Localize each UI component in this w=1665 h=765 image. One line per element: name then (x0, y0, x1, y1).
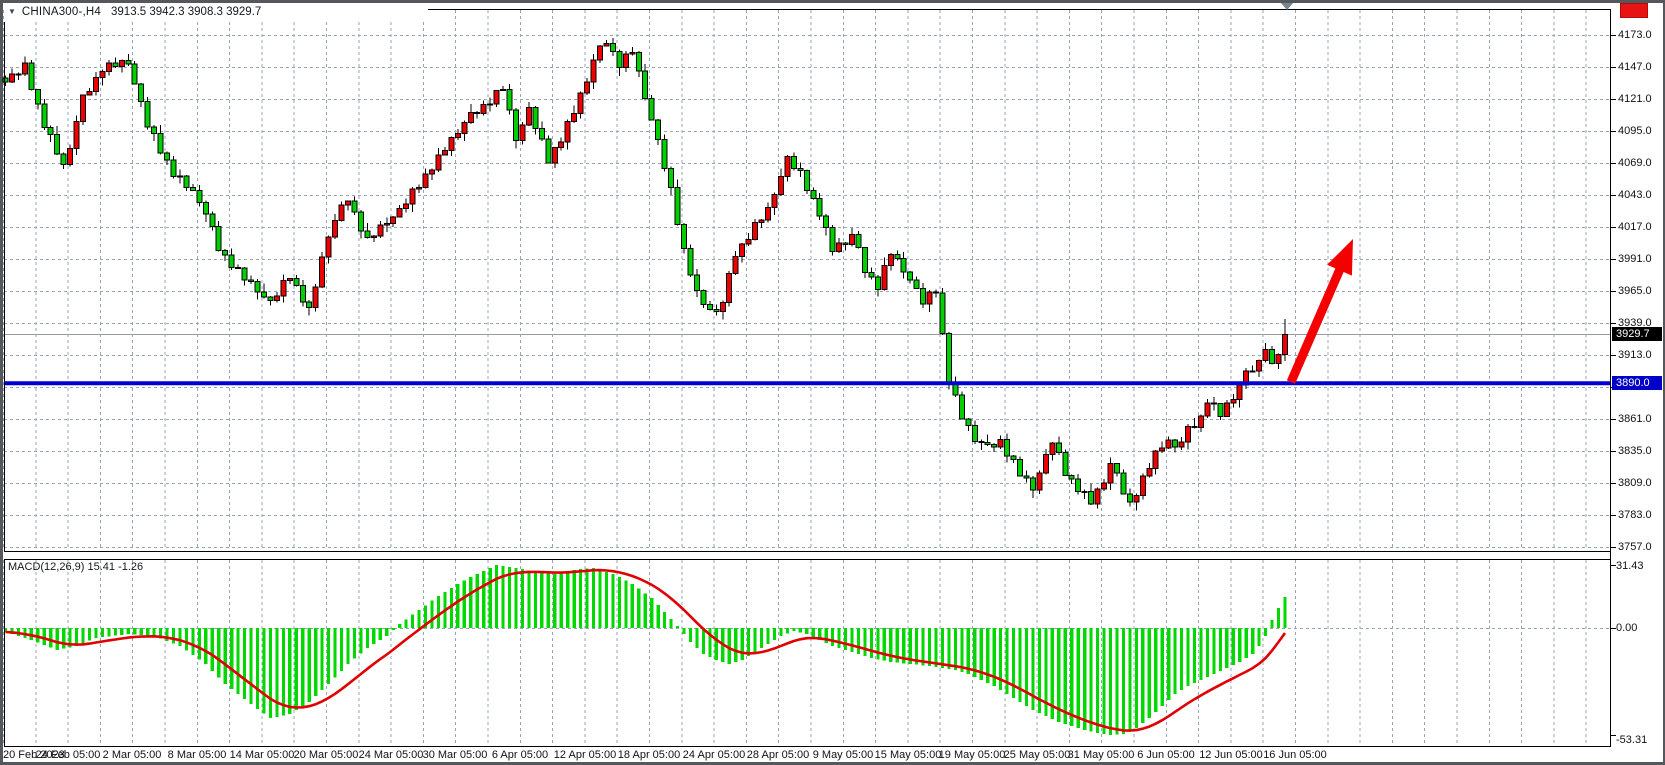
time-axis-label: 19 May 05:00 (939, 749, 1006, 761)
time-axis-label: 2 Mar 05:00 (103, 749, 162, 761)
price-axis-label: 3783.0 (1618, 509, 1652, 521)
time-axis-label: 24 Mar 05:00 (359, 749, 424, 761)
macd-axis-min: -53.31 (1616, 734, 1647, 746)
price-axis-label: 3757.0 (1618, 541, 1652, 553)
time-axis-label: 28 Apr 05:00 (747, 749, 809, 761)
trend-arrow[interactable] (1291, 239, 1353, 382)
time-axis-label: 24 Apr 05:00 (683, 749, 745, 761)
price-axis-label: 4017.0 (1618, 221, 1652, 233)
last-bar-marker-icon[interactable] (1281, 3, 1293, 10)
hline-price-badge: 3890.0 (1612, 376, 1662, 390)
time-axis-label: 16 Jun 05:00 (1263, 749, 1327, 761)
macd-name: MACD(12,26,9) (8, 561, 84, 573)
price-axis-label: 3991.0 (1618, 253, 1652, 265)
ohlc-values: 3913.5 3942.3 3908.3 3929.7 (111, 6, 261, 18)
price-axis-label: 4069.0 (1618, 157, 1652, 169)
bid-price-badge: 3929.7 (1612, 327, 1662, 341)
price-axis-label: 3965.0 (1618, 285, 1652, 297)
macd-value: 15.41 (87, 561, 115, 573)
chart-title: ▼ CHINA300-,H4 3913.5 3942.3 3908.3 3929.7 (8, 6, 261, 18)
time-axis-label: 8 Mar 05:00 (168, 749, 227, 761)
price-axis-label: 4095.0 (1618, 125, 1652, 137)
time-axis-label: 14 Mar 05:00 (230, 749, 295, 761)
price-axis-label: 4043.0 (1618, 189, 1652, 201)
price-chart-canvas[interactable] (0, 0, 1665, 765)
price-axis-label: 3861.0 (1618, 413, 1652, 425)
symbol-timeframe-label: CHINA300-,H4 (22, 6, 101, 18)
macd-axis-max: 31.43 (1616, 560, 1644, 572)
time-axis-label: 6 Jun 05:00 (1137, 749, 1195, 761)
annotation-red-box (1620, 3, 1648, 18)
price-axis-label: 4121.0 (1618, 93, 1652, 105)
macd-signal-value: -1.26 (118, 561, 143, 573)
macd-indicator-label: MACD(12,26,9) 15.41 -1.26 (8, 561, 143, 573)
macd-axis-zero: 0.00 (1616, 622, 1637, 634)
price-axis-label: 4173.0 (1618, 29, 1652, 41)
price-axis-label: 3809.0 (1618, 477, 1652, 489)
price-axis-label: 3835.0 (1618, 445, 1652, 457)
time-axis-label: 31 May 05:00 (1068, 749, 1135, 761)
price-axis-label: 4147.0 (1618, 61, 1652, 73)
time-axis-label: 12 Apr 05:00 (554, 749, 616, 761)
time-axis-label: 25 May 05:00 (1004, 749, 1071, 761)
price-axis-label: 3913.0 (1618, 349, 1652, 361)
time-axis-label: 15 May 05:00 (875, 749, 942, 761)
time-axis-label: 30 Mar 05:00 (423, 749, 488, 761)
time-axis-label: 20 Mar 05:00 (294, 749, 359, 761)
time-axis-label: 12 Jun 05:00 (1199, 749, 1263, 761)
symbol-dropdown-icon[interactable]: ▼ (8, 7, 16, 16)
time-axis-label: 9 May 05:00 (813, 749, 874, 761)
chart-window: ▼ CHINA300-,H4 3913.5 3942.3 3908.3 3929.7… (0, 0, 1665, 765)
time-axis-label: 18 Apr 05:00 (618, 749, 680, 761)
time-axis-label: 6 Apr 05:00 (492, 749, 548, 761)
time-axis-label: 24 Feb 05:00 (36, 749, 101, 761)
